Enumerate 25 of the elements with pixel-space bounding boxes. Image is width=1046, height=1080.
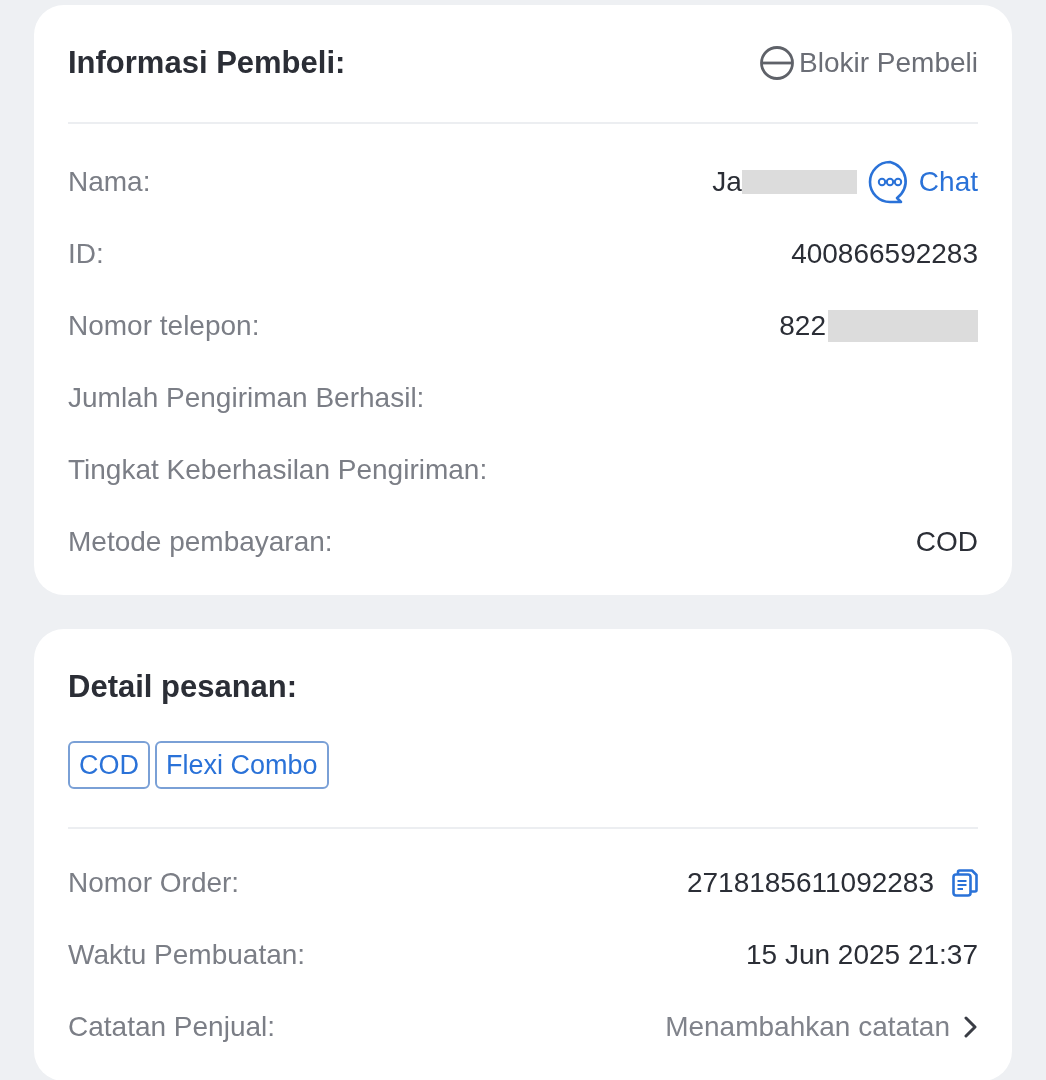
order-tag: COD (68, 741, 150, 789)
field-label: Jumlah Pengiriman Berhasil: (68, 381, 425, 415)
chevron-right-icon (964, 1016, 978, 1038)
field-label: Metode pembayaran: (68, 525, 333, 559)
chat-link[interactable]: Chat (866, 159, 978, 205)
section-title: Informasi Pembeli: (68, 44, 346, 82)
copy-icon[interactable] (952, 869, 978, 897)
block-buyer-button[interactable]: Blokir Pembeli (759, 43, 978, 83)
field-label: Nomor Order: (68, 866, 240, 900)
field-value: Ja (712, 165, 742, 199)
add-note-link[interactable]: Menambahkan catatan (665, 1006, 978, 1048)
field-label: Waktu Pembuatan: (68, 938, 306, 972)
field-label: Tingkat Keberhasilan Pengiriman: (68, 453, 488, 487)
order-tag: Flexi Combo (155, 741, 329, 789)
field-value: 822 (779, 309, 826, 343)
field-value: COD (915, 525, 978, 559)
field-value: 400866592283 (791, 237, 978, 271)
block-icon (759, 45, 796, 81)
field-value: 2718185611092283 (686, 866, 934, 900)
field-label: ID: (68, 237, 104, 271)
field-label: Catatan Penjual: (68, 1010, 276, 1044)
field-label: Nama: (68, 165, 151, 199)
section-title: Detail pesanan: (68, 668, 298, 706)
field-label: Nomor telepon: (68, 309, 260, 343)
field-value: 15 Jun 2025 21:37 (746, 938, 978, 972)
